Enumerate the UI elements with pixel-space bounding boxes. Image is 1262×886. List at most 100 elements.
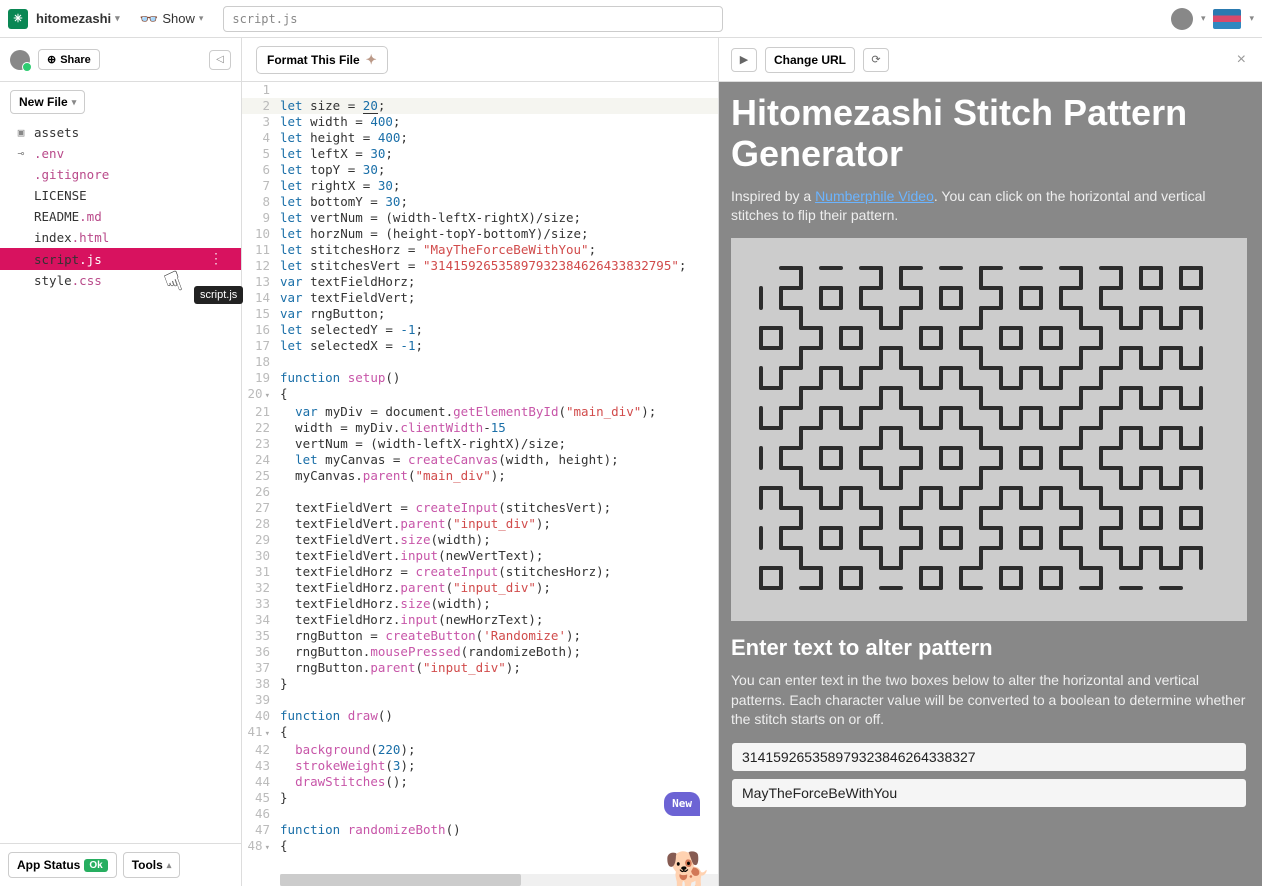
- status-ok-badge: Ok: [84, 859, 107, 872]
- code-line[interactable]: 1: [242, 82, 718, 98]
- app-status-button[interactable]: App Status Ok: [8, 852, 117, 878]
- code-line[interactable]: 20▾{: [242, 386, 718, 404]
- code-line[interactable]: 41▾{: [242, 724, 718, 742]
- change-url-button[interactable]: Change URL: [765, 47, 855, 73]
- code-line[interactable]: 34 textFieldHorz.input(newHorzText);: [242, 612, 718, 628]
- preview-intro: Inspired by a Numberphile Video. You can…: [731, 187, 1250, 226]
- code-editor[interactable]: 12let size = 20;3let width = 400;4let he…: [242, 82, 718, 886]
- code-line[interactable]: 42 background(220);: [242, 742, 718, 758]
- file-item[interactable]: style.css: [0, 270, 241, 291]
- search-input[interactable]: [223, 6, 723, 32]
- code-line[interactable]: 25 myCanvas.parent("main_div");: [242, 468, 718, 484]
- code-line[interactable]: 23 vertNum = (width-leftX-rightX)/size;: [242, 436, 718, 452]
- code-line[interactable]: 11let stitchesHorz = "MayTheForceBeWithY…: [242, 242, 718, 258]
- code-line[interactable]: 17let selectedX = -1;: [242, 338, 718, 354]
- code-line[interactable]: 2let size = 20;: [242, 98, 718, 114]
- code-line[interactable]: 5let leftX = 30;: [242, 146, 718, 162]
- glitch-logo-icon[interactable]: ✳: [8, 9, 28, 29]
- new-file-button[interactable]: New File▾: [10, 90, 85, 114]
- user-avatar[interactable]: [1171, 8, 1193, 30]
- code-line[interactable]: 32 textFieldHorz.parent("input_div");: [242, 580, 718, 596]
- code-line[interactable]: 43 strokeWeight(3);: [242, 758, 718, 774]
- glitch-fish-icon[interactable]: [1213, 9, 1241, 29]
- file-item[interactable]: index.html: [0, 227, 241, 248]
- file-icon: ⊸: [14, 147, 28, 160]
- code-line[interactable]: 40function draw(): [242, 708, 718, 724]
- app-preview[interactable]: Hitomezashi Stitch Pattern Generator Ins…: [719, 82, 1262, 886]
- numberphile-link[interactable]: Numberphile Video: [815, 188, 934, 204]
- code-line[interactable]: 39: [242, 692, 718, 708]
- preview-title: Hitomezashi Stitch Pattern Generator: [731, 92, 1250, 175]
- format-file-button[interactable]: Format This File ✦: [256, 46, 388, 74]
- file-list: ▣assets⊸.env.gitignoreLICENSEREADME.mdin…: [0, 122, 241, 843]
- project-name-dropdown[interactable]: hitomezashi▾: [36, 11, 120, 26]
- share-button[interactable]: ⊕ Share: [38, 49, 100, 70]
- file-item[interactable]: ▣assets: [0, 122, 241, 143]
- code-line[interactable]: 24 let myCanvas = createCanvas(width, he…: [242, 452, 718, 468]
- code-line[interactable]: 4let height = 400;: [242, 130, 718, 146]
- code-line[interactable]: 31 textFieldHorz = createInput(stitchesH…: [242, 564, 718, 580]
- code-line[interactable]: 3let width = 400;: [242, 114, 718, 130]
- code-line[interactable]: 26: [242, 484, 718, 500]
- play-button[interactable]: ▶: [731, 48, 757, 72]
- code-line[interactable]: 6let topY = 30;: [242, 162, 718, 178]
- file-item[interactable]: .gitignore: [0, 164, 241, 185]
- code-line[interactable]: 7let rightX = 30;: [242, 178, 718, 194]
- code-line[interactable]: 29 textFieldVert.size(width);: [242, 532, 718, 548]
- globe-icon: ⊕: [47, 53, 56, 66]
- horizontal-scrollbar[interactable]: [280, 874, 718, 886]
- code-line[interactable]: 19function setup(): [242, 370, 718, 386]
- chevron-down-icon: ▾: [115, 13, 120, 24]
- code-line[interactable]: 47function randomizeBoth(): [242, 822, 718, 838]
- code-line[interactable]: 9let vertNum = (width-leftX-rightX)/size…: [242, 210, 718, 226]
- code-line[interactable]: 27 textFieldVert = createInput(stitchesV…: [242, 500, 718, 516]
- file-item[interactable]: script.js⋮: [0, 248, 241, 270]
- sidebar: ⊕ Share ◁ New File▾ ▣assets⊸.env.gitigno…: [0, 38, 242, 886]
- code-line[interactable]: 35 rngButton = createButton('Randomize')…: [242, 628, 718, 644]
- code-line[interactable]: 33 textFieldHorz.size(width);: [242, 596, 718, 612]
- glasses-icon: 👓: [140, 10, 159, 28]
- code-line[interactable]: 36 rngButton.mousePressed(randomizeBoth)…: [242, 644, 718, 660]
- chevron-down-icon[interactable]: ▾: [1249, 13, 1254, 24]
- file-item[interactable]: README.md: [0, 206, 241, 227]
- code-line[interactable]: 13var textFieldHorz;: [242, 274, 718, 290]
- new-badge[interactable]: New: [664, 792, 700, 816]
- code-line[interactable]: 28 textFieldVert.parent("input_div");: [242, 516, 718, 532]
- horizontal-pattern-input[interactable]: [731, 778, 1247, 808]
- refresh-button[interactable]: ⟳: [863, 48, 889, 72]
- code-line[interactable]: 21 var myDiv = document.getElementById("…: [242, 404, 718, 420]
- preview-subtitle: Enter text to alter pattern: [731, 635, 1250, 661]
- close-preview-button[interactable]: ×: [1233, 47, 1250, 73]
- file-item[interactable]: LICENSE: [0, 185, 241, 206]
- chevron-down-icon: ▾: [199, 13, 204, 24]
- code-line[interactable]: 8let bottomY = 30;: [242, 194, 718, 210]
- code-line[interactable]: 44 drawStitches();: [242, 774, 718, 790]
- preview-pane: ▶ Change URL ⟳ × Hitomezashi Stitch Patt…: [719, 38, 1262, 886]
- tools-button[interactable]: Tools ▴: [123, 852, 181, 878]
- chevron-down-icon[interactable]: ▾: [1201, 13, 1206, 24]
- chevron-up-icon: ▴: [167, 860, 172, 871]
- vertical-pattern-input[interactable]: [731, 742, 1247, 772]
- stitch-canvas[interactable]: [731, 238, 1247, 621]
- code-line[interactable]: 10let horzNum = (height-topY-bottomY)/si…: [242, 226, 718, 242]
- chevron-down-icon: ▾: [72, 97, 77, 108]
- file-item[interactable]: ⊸.env: [0, 143, 241, 164]
- code-line[interactable]: 48▾{: [242, 838, 718, 856]
- show-dropdown[interactable]: 👓 Show▾: [140, 10, 204, 28]
- code-line[interactable]: 38}: [242, 676, 718, 692]
- code-line[interactable]: 15var rngButton;: [242, 306, 718, 322]
- code-line[interactable]: 37 rngButton.parent("input_div");: [242, 660, 718, 676]
- code-line[interactable]: 46: [242, 806, 718, 822]
- code-line[interactable]: 14var textFieldVert;: [242, 290, 718, 306]
- top-bar: ✳ hitomezashi▾ 👓 Show▾ ▾ ▾: [0, 0, 1262, 38]
- code-line[interactable]: 45}: [242, 790, 718, 806]
- search-container: [223, 6, 723, 32]
- collapse-sidebar-button[interactable]: ◁: [209, 50, 231, 70]
- code-line[interactable]: 22 width = myDiv.clientWidth-15: [242, 420, 718, 436]
- code-line[interactable]: 18: [242, 354, 718, 370]
- file-options-icon[interactable]: ⋮: [209, 251, 227, 267]
- code-line[interactable]: 16let selectedY = -1;: [242, 322, 718, 338]
- user-avatar-small[interactable]: [10, 50, 30, 70]
- code-line[interactable]: 12let stitchesVert = "314159265358979323…: [242, 258, 718, 274]
- code-line[interactable]: 30 textFieldVert.input(newVertText);: [242, 548, 718, 564]
